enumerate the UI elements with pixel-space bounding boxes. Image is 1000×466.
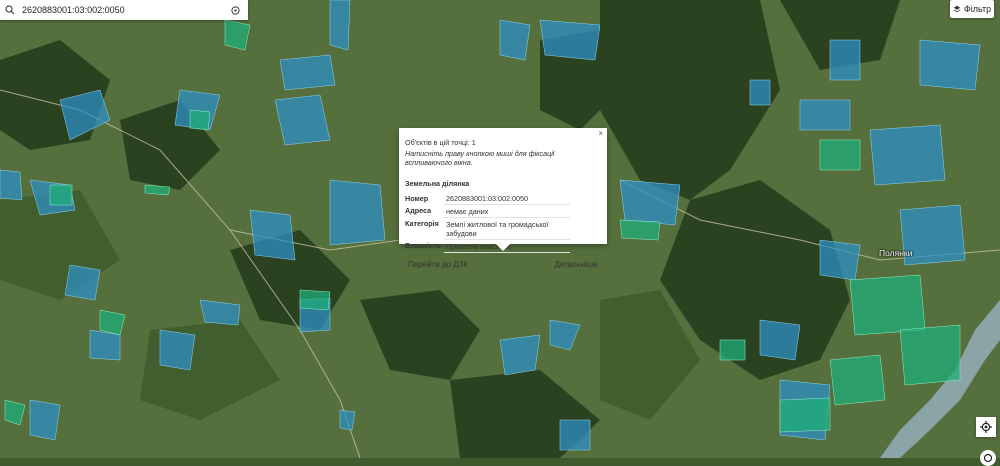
popup-close-button[interactable]: × bbox=[598, 130, 603, 138]
popup-section-title: Земельна ділянка bbox=[405, 179, 470, 188]
details-link[interactable]: Детальніше bbox=[554, 260, 598, 269]
row-value-address: немає даних bbox=[444, 204, 570, 218]
row-key-category: Категорія bbox=[405, 219, 439, 228]
row-value-ownership: Приватна власність bbox=[444, 239, 570, 253]
secondary-map-button[interactable] bbox=[980, 450, 996, 466]
target-icon bbox=[983, 453, 993, 463]
row-key-address: Адреса bbox=[405, 206, 432, 215]
popup-object-count: Об'єктів в цій точці: 1 bbox=[405, 138, 476, 147]
go-to-dzk-link[interactable]: Перейти до ДЗК bbox=[408, 260, 468, 269]
crosshair-icon bbox=[980, 421, 992, 433]
info-button[interactable] bbox=[222, 0, 248, 20]
table-row: Категорія Землі житлової та громадської … bbox=[405, 217, 570, 240]
popup-hint: Натисніть праву кнопкою миші для фіксаці… bbox=[405, 149, 555, 167]
row-key-number: Номер bbox=[405, 193, 429, 203]
table-row: Адреса немає даних bbox=[405, 204, 570, 218]
parcel-info-table: Номер 2620883001:03:002:0050 Адреса нема… bbox=[405, 192, 570, 253]
filter-button[interactable]: Фільтр bbox=[950, 0, 994, 18]
table-row: Номер 2620883001:03:002:0050 bbox=[405, 192, 570, 205]
locate-button[interactable] bbox=[976, 417, 996, 437]
search-bar bbox=[0, 0, 248, 20]
layers-icon bbox=[953, 5, 961, 13]
info-icon bbox=[230, 5, 240, 15]
row-value-category: Землі житлової та громадської забудови bbox=[444, 217, 570, 240]
table-row: Власність Приватна власність bbox=[405, 239, 570, 253]
row-key-ownership: Власність bbox=[405, 241, 442, 250]
popup-actions: Перейти до ДЗК Детальніше bbox=[405, 260, 601, 269]
row-value-number: 2620883001:03:002:0050 bbox=[444, 192, 570, 205]
search-input[interactable] bbox=[20, 1, 222, 19]
parcel-popup: × Об'єктів в цій точці: 1 Натисніть прав… bbox=[399, 128, 607, 269]
place-label-polianky: Полянки bbox=[879, 248, 913, 258]
search-icon bbox=[0, 0, 20, 20]
filter-label: Фільтр bbox=[963, 4, 992, 14]
